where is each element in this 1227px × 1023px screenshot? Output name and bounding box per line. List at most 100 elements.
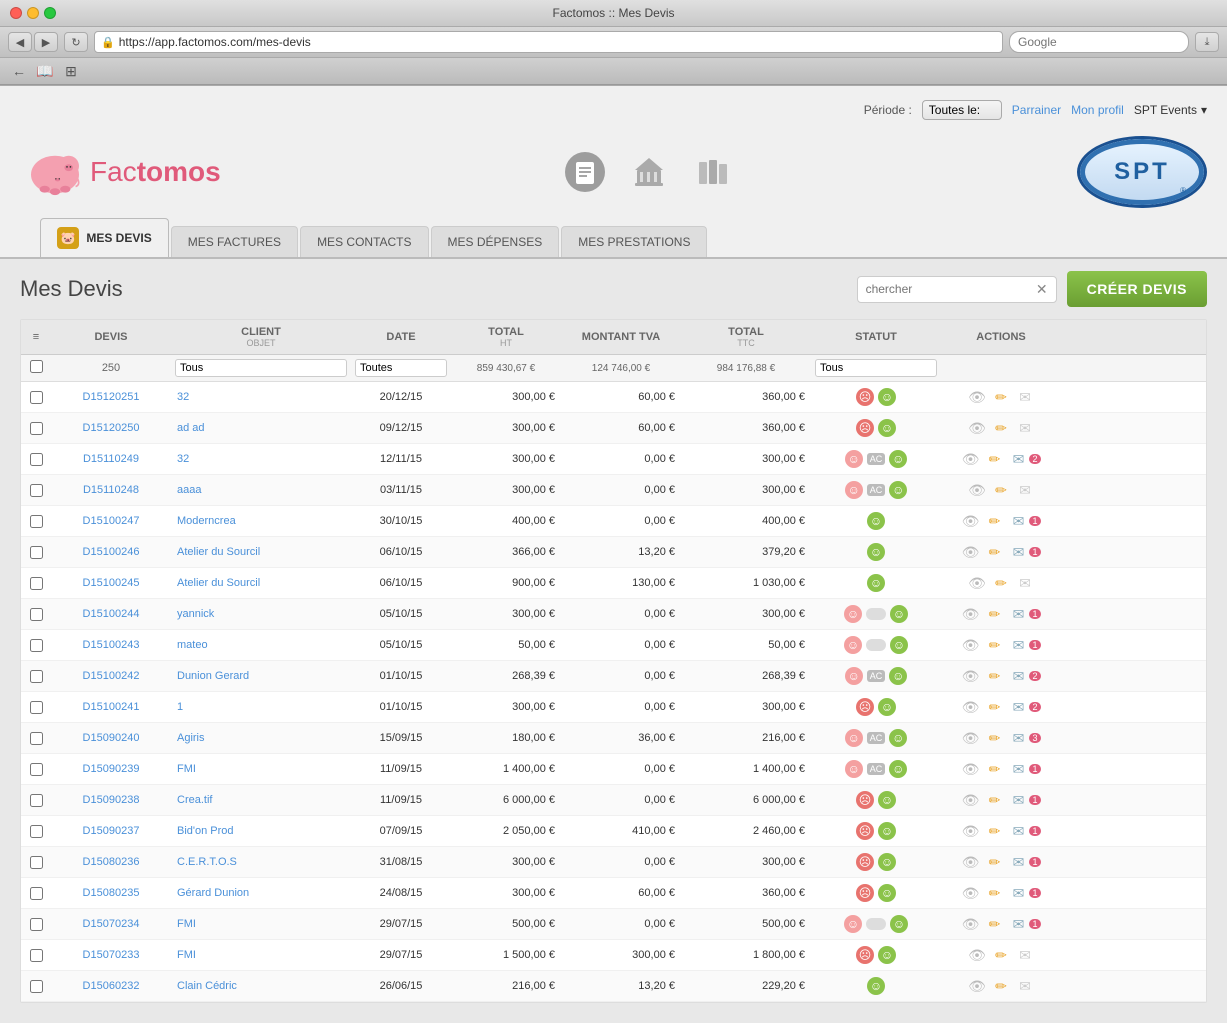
- row-client-name[interactable]: FMI: [171, 763, 351, 775]
- mail-icon[interactable]: ✉: [1009, 605, 1027, 623]
- mail-icon[interactable]: ✉: [1009, 543, 1027, 561]
- row-client-name[interactable]: FMI: [171, 918, 351, 930]
- periode-select[interactable]: Toutes le:: [922, 100, 1002, 120]
- devis-number-link[interactable]: D15110248: [83, 484, 139, 496]
- row-client-name[interactable]: FMI: [171, 949, 351, 961]
- ac-toggle[interactable]: AC: [867, 484, 886, 496]
- company-selector[interactable]: SPT Events ▾: [1134, 103, 1207, 117]
- row-client-name[interactable]: Crea.tif: [171, 794, 351, 806]
- devis-number-link[interactable]: D15080236: [83, 856, 140, 868]
- mail-icon[interactable]: ✉: [1009, 729, 1027, 747]
- row-checkbox[interactable]: [30, 918, 43, 931]
- row-checkbox[interactable]: [30, 608, 43, 621]
- mail-icon[interactable]: ✉: [1009, 853, 1027, 871]
- downloads-button[interactable]: ⤓: [1195, 32, 1219, 52]
- edit-icon[interactable]: ✏: [985, 512, 1003, 530]
- refresh-button[interactable]: ↻: [64, 32, 88, 52]
- view-icon[interactable]: 👁: [961, 512, 979, 530]
- edit-icon[interactable]: ✏: [985, 450, 1003, 468]
- devis-number-link[interactable]: D15070234: [83, 918, 140, 930]
- view-icon[interactable]: 👁: [961, 698, 979, 716]
- client-filter-select[interactable]: Tous: [175, 359, 347, 377]
- ac-toggle[interactable]: AC: [867, 670, 886, 682]
- edit-icon[interactable]: ✏: [985, 729, 1003, 747]
- apps-icon[interactable]: ⊞: [60, 61, 82, 81]
- mail-icon[interactable]: ✉: [1016, 388, 1034, 406]
- row-checkbox[interactable]: [30, 701, 43, 714]
- devis-number-link[interactable]: D15100244: [83, 608, 140, 620]
- row-checkbox[interactable]: [30, 763, 43, 776]
- filter-statut[interactable]: Tous: [811, 359, 941, 377]
- row-checkbox[interactable]: [30, 453, 43, 466]
- view-icon[interactable]: 👁: [968, 946, 986, 964]
- view-icon[interactable]: 👁: [961, 822, 979, 840]
- row-checkbox[interactable]: [30, 825, 43, 838]
- view-icon[interactable]: 👁: [968, 574, 986, 592]
- filter-client[interactable]: Tous: [171, 359, 351, 377]
- mail-icon[interactable]: ✉: [1009, 884, 1027, 902]
- mail-icon[interactable]: ✉: [1009, 667, 1027, 685]
- ac-toggle[interactable]: AC: [867, 732, 886, 744]
- mail-icon[interactable]: ✉: [1009, 915, 1027, 933]
- filter-date[interactable]: Toutes: [351, 359, 451, 377]
- view-icon[interactable]: 👁: [961, 636, 979, 654]
- row-checkbox[interactable]: [30, 546, 43, 559]
- edit-icon[interactable]: ✏: [992, 388, 1010, 406]
- mail-icon[interactable]: ✉: [1009, 760, 1027, 778]
- row-client-name[interactable]: 1: [171, 701, 351, 713]
- devis-number-link[interactable]: D15090238: [83, 794, 140, 806]
- row-client-name[interactable]: aaaa: [171, 484, 351, 496]
- tab-mes-depenses[interactable]: MES DÉPENSES: [431, 226, 560, 257]
- row-checkbox[interactable]: [30, 391, 43, 404]
- mail-icon[interactable]: ✉: [1009, 636, 1027, 654]
- row-client-name[interactable]: Atelier du Sourcil: [171, 546, 351, 558]
- view-icon[interactable]: 👁: [961, 853, 979, 871]
- edit-icon[interactable]: ✏: [985, 667, 1003, 685]
- browser-search[interactable]: [1009, 31, 1189, 53]
- view-icon[interactable]: 👁: [968, 977, 986, 995]
- column-menu-icon[interactable]: ≡: [33, 331, 39, 343]
- statut-filter-select[interactable]: Tous: [815, 359, 937, 377]
- view-icon[interactable]: 👁: [961, 915, 979, 933]
- row-checkbox[interactable]: [30, 732, 43, 745]
- nav-books-icon[interactable]: [691, 150, 735, 194]
- row-checkbox[interactable]: [30, 515, 43, 528]
- minimize-button[interactable]: [27, 7, 39, 19]
- row-checkbox[interactable]: [30, 422, 43, 435]
- row-client-name[interactable]: Moderncrea: [171, 515, 351, 527]
- row-client-name[interactable]: ad ad: [171, 422, 351, 434]
- devis-number-link[interactable]: D15100243: [83, 639, 140, 651]
- view-icon[interactable]: 👁: [968, 419, 986, 437]
- url-bar[interactable]: 🔒 https://app.factomos.com/mes-devis: [94, 31, 1003, 53]
- mail-icon[interactable]: ✉: [1009, 450, 1027, 468]
- devis-number-link[interactable]: D15070233: [83, 949, 140, 961]
- bookmarks-icon[interactable]: 📖: [34, 61, 56, 81]
- row-client-name[interactable]: Atelier du Sourcil: [171, 577, 351, 589]
- row-client-name[interactable]: Bid'on Prod: [171, 825, 351, 837]
- mail-icon[interactable]: ✉: [1016, 419, 1034, 437]
- view-icon[interactable]: 👁: [961, 450, 979, 468]
- tab-mes-devis[interactable]: 🐷 MES DEVIS: [40, 218, 169, 257]
- row-client-name[interactable]: 32: [171, 391, 351, 403]
- mail-icon[interactable]: ✉: [1009, 698, 1027, 716]
- devis-number-link[interactable]: D15090240: [83, 732, 140, 744]
- select-all-checkbox[interactable]: [30, 360, 43, 373]
- edit-icon[interactable]: ✏: [985, 853, 1003, 871]
- back-toolbar-icon[interactable]: ←: [8, 61, 30, 81]
- devis-number-link[interactable]: D15100247: [83, 515, 140, 527]
- edit-icon[interactable]: ✏: [985, 543, 1003, 561]
- mail-icon[interactable]: ✉: [1009, 512, 1027, 530]
- mail-icon[interactable]: ✉: [1016, 977, 1034, 995]
- row-checkbox[interactable]: [30, 794, 43, 807]
- search-field[interactable]: ✕: [857, 276, 1057, 303]
- devis-number-link[interactable]: D15120251: [83, 391, 140, 403]
- view-icon[interactable]: 👁: [961, 729, 979, 747]
- nav-documents-icon[interactable]: [563, 150, 607, 194]
- view-icon[interactable]: 👁: [968, 481, 986, 499]
- tab-mes-prestations[interactable]: MES PRESTATIONS: [561, 226, 707, 257]
- mail-icon[interactable]: ✉: [1009, 822, 1027, 840]
- tab-mes-contacts[interactable]: MES CONTACTS: [300, 226, 428, 257]
- edit-icon[interactable]: ✏: [985, 698, 1003, 716]
- toggle-switch[interactable]: [866, 639, 886, 651]
- devis-number-link[interactable]: D15100242: [83, 670, 140, 682]
